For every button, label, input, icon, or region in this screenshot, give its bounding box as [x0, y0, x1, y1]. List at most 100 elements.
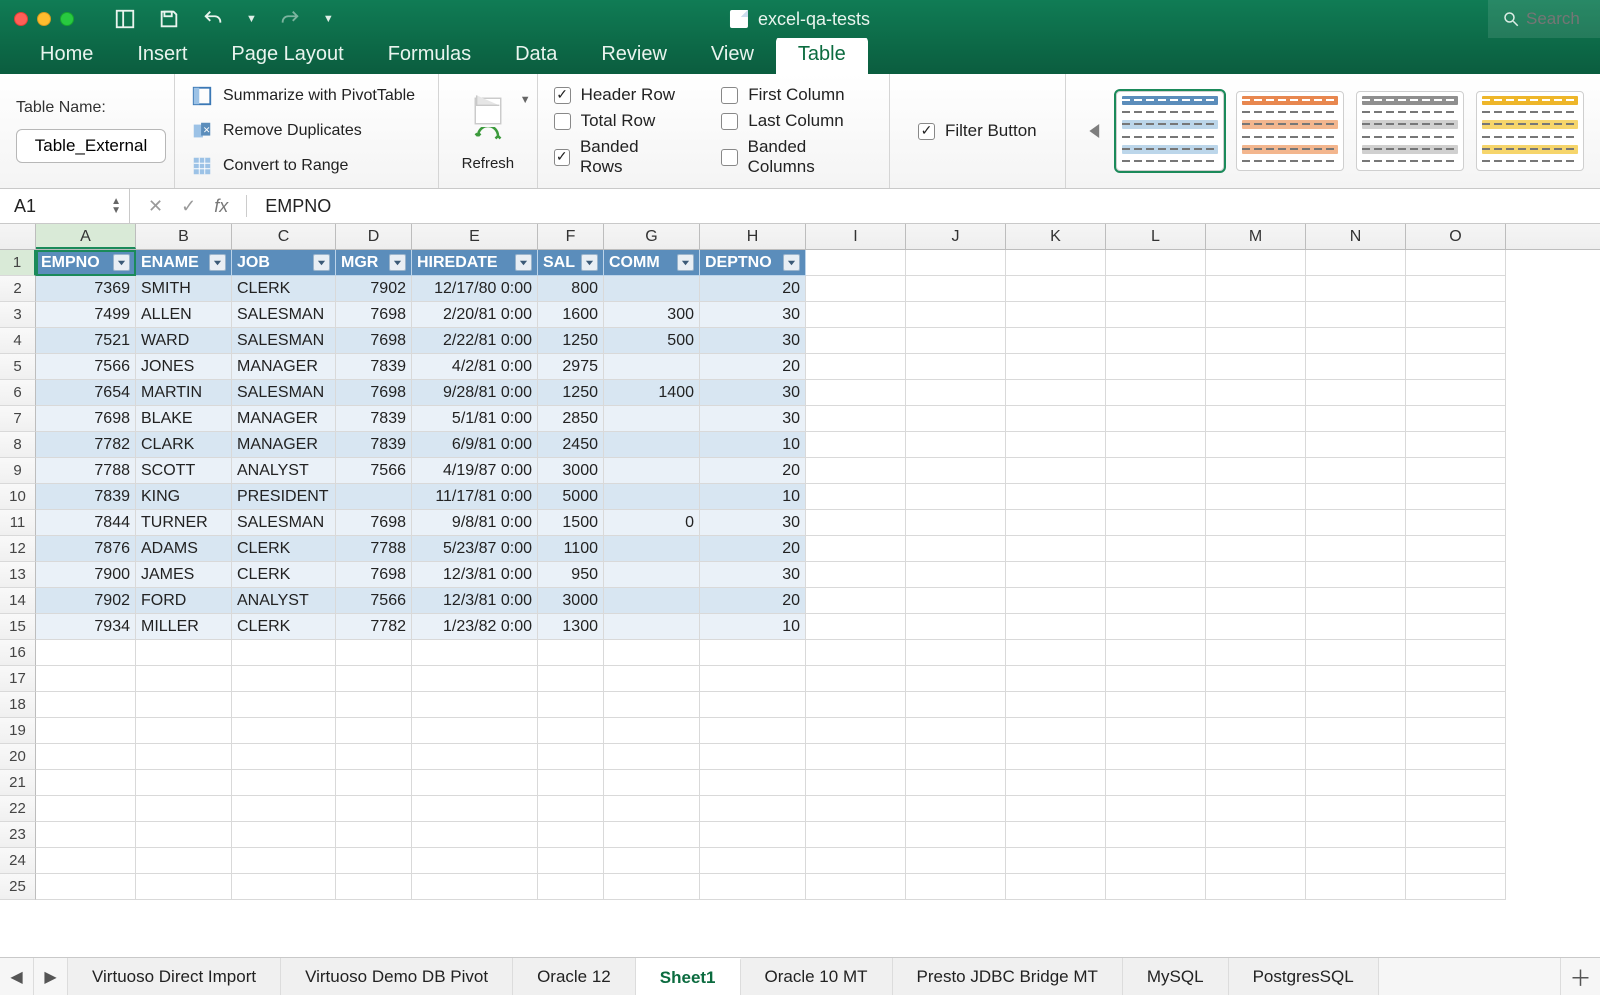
cell[interactable] [1106, 640, 1206, 666]
cell[interactable]: CLERK [232, 562, 336, 588]
cell[interactable] [136, 822, 232, 848]
cell[interactable] [906, 484, 1006, 510]
cell[interactable]: 7698 [336, 562, 412, 588]
option-last-col[interactable]: Last Column [721, 111, 872, 131]
cell[interactable]: 7698 [336, 380, 412, 406]
table-style-3[interactable] [1476, 91, 1584, 171]
cell[interactable]: MANAGER [232, 406, 336, 432]
cell[interactable] [604, 640, 700, 666]
cell[interactable] [806, 406, 906, 432]
cell[interactable] [604, 588, 700, 614]
cell[interactable] [1006, 744, 1106, 770]
cell[interactable] [232, 822, 336, 848]
cell[interactable] [1406, 692, 1506, 718]
cell[interactable]: 7698 [36, 406, 136, 432]
cell[interactable] [1206, 458, 1306, 484]
cell[interactable]: 12/3/81 0:00 [412, 562, 538, 588]
cell[interactable] [412, 874, 538, 900]
col-header-H[interactable]: H [700, 224, 806, 249]
sheet-tab-sheet1[interactable]: Sheet1 [636, 958, 741, 995]
cell[interactable]: 1100 [538, 536, 604, 562]
cell[interactable]: SALESMAN [232, 302, 336, 328]
cell[interactable] [1006, 718, 1106, 744]
cell[interactable] [1406, 432, 1506, 458]
add-sheet-button[interactable]: ＋ [1560, 958, 1600, 995]
cell[interactable]: 7698 [336, 510, 412, 536]
row-header[interactable]: 20 [0, 744, 36, 770]
ribbon-tab-insert[interactable]: Insert [115, 36, 209, 74]
cell[interactable] [1406, 770, 1506, 796]
cell[interactable] [906, 744, 1006, 770]
cell[interactable]: SALESMAN [232, 510, 336, 536]
cell[interactable] [1006, 874, 1106, 900]
cell[interactable] [700, 718, 806, 744]
name-box[interactable]: A1 ▲▼ [0, 189, 130, 223]
cell[interactable] [1206, 640, 1306, 666]
sheet-nav-prev-icon[interactable]: ◀ [0, 958, 34, 995]
table-style-1[interactable] [1236, 91, 1344, 171]
row-header[interactable]: 7 [0, 406, 36, 432]
cell[interactable] [412, 666, 538, 692]
cell[interactable]: 7698 [336, 328, 412, 354]
cell[interactable] [806, 770, 906, 796]
cell[interactable] [1006, 692, 1106, 718]
cell[interactable] [1406, 848, 1506, 874]
cell[interactable]: 7902 [36, 588, 136, 614]
cell[interactable] [906, 666, 1006, 692]
cell[interactable]: 9/8/81 0:00 [412, 510, 538, 536]
workbook-views-icon[interactable] [114, 8, 136, 30]
cell[interactable]: 7934 [36, 614, 136, 640]
cell[interactable] [1406, 666, 1506, 692]
filter-dropdown-icon[interactable] [581, 254, 598, 271]
row-header[interactable]: 1 [0, 250, 36, 276]
cell[interactable] [1206, 562, 1306, 588]
cell[interactable]: PRESIDENT [232, 484, 336, 510]
cell[interactable]: ALLEN [136, 302, 232, 328]
cell[interactable]: MANAGER [232, 354, 336, 380]
cell[interactable] [906, 796, 1006, 822]
cell[interactable] [1206, 770, 1306, 796]
col-header-B[interactable]: B [136, 224, 232, 249]
filter-dropdown-icon[interactable] [113, 254, 130, 271]
cell[interactable]: 7782 [36, 432, 136, 458]
cell[interactable]: 12/17/80 0:00 [412, 276, 538, 302]
cell[interactable] [1106, 666, 1206, 692]
cell[interactable] [1106, 562, 1206, 588]
col-header-F[interactable]: F [538, 224, 604, 249]
cell[interactable]: 4/2/81 0:00 [412, 354, 538, 380]
cell[interactable] [36, 822, 136, 848]
row-header[interactable]: 4 [0, 328, 36, 354]
cell[interactable] [906, 276, 1006, 302]
cell[interactable] [1306, 250, 1406, 276]
window-zoom-button[interactable] [60, 12, 74, 26]
cell[interactable] [906, 640, 1006, 666]
col-header-C[interactable]: C [232, 224, 336, 249]
col-header-L[interactable]: L [1106, 224, 1206, 249]
cell[interactable] [336, 796, 412, 822]
cell[interactable] [1006, 510, 1106, 536]
cell[interactable] [1006, 276, 1106, 302]
cell[interactable]: 10 [700, 432, 806, 458]
cell[interactable] [806, 640, 906, 666]
cell[interactable] [1306, 328, 1406, 354]
cell[interactable]: 6/9/81 0:00 [412, 432, 538, 458]
qat-customize-icon[interactable]: ▼ [323, 13, 334, 25]
cell[interactable] [806, 822, 906, 848]
cell[interactable] [806, 848, 906, 874]
cell[interactable] [604, 562, 700, 588]
cell[interactable] [604, 848, 700, 874]
cell[interactable] [1306, 640, 1406, 666]
cell[interactable]: ADAMS [136, 536, 232, 562]
cell[interactable] [1106, 276, 1206, 302]
row-header[interactable]: 10 [0, 484, 36, 510]
cell[interactable]: MGR [336, 250, 412, 276]
cell[interactable] [1106, 510, 1206, 536]
cell[interactable] [1106, 484, 1206, 510]
cell[interactable] [806, 250, 906, 276]
col-header-N[interactable]: N [1306, 224, 1406, 249]
cell[interactable] [1106, 744, 1206, 770]
cell[interactable] [36, 770, 136, 796]
cell[interactable] [1306, 276, 1406, 302]
cell[interactable]: 7900 [36, 562, 136, 588]
cell[interactable]: 1/23/82 0:00 [412, 614, 538, 640]
